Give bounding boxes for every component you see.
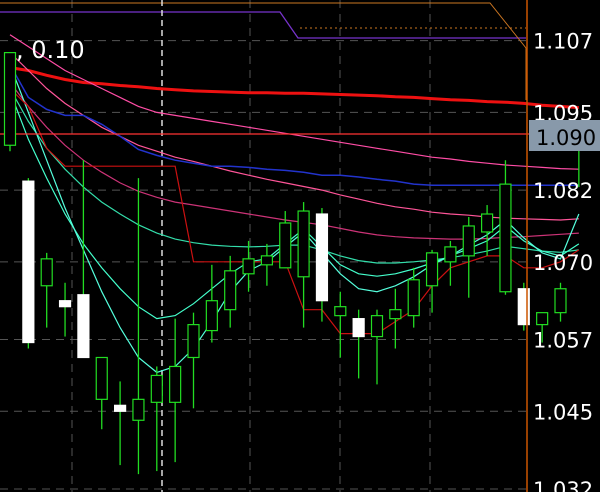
candle-body xyxy=(169,365,182,403)
candle-body xyxy=(150,374,163,403)
price-tick-label: 1.032 xyxy=(533,478,593,492)
candle-body xyxy=(536,312,549,326)
candle-body xyxy=(113,404,127,412)
price-tick-label: 1.082 xyxy=(533,179,593,203)
current-price-label: 1.090 xyxy=(536,126,596,150)
candle-body xyxy=(315,213,329,302)
candle-body xyxy=(444,246,457,263)
candle-body xyxy=(58,300,72,308)
candle-body xyxy=(205,300,218,332)
candle-body xyxy=(22,180,35,344)
price-tick-label: 1.070 xyxy=(533,251,593,275)
candle-body xyxy=(3,52,17,146)
candle-body xyxy=(334,306,347,317)
candle-body xyxy=(407,279,420,317)
candle-body xyxy=(187,324,200,359)
candle-body xyxy=(40,258,53,287)
candle-body xyxy=(260,255,273,266)
candle-body xyxy=(462,225,475,257)
candlestick-chart: 1.1071.0951.0821.0701.0571.0451.032 1.09… xyxy=(0,0,600,492)
price-tick-label: 1.107 xyxy=(533,30,593,54)
candle-body xyxy=(279,222,292,269)
candle-body xyxy=(554,288,567,314)
candle-body xyxy=(297,210,310,278)
candle-body xyxy=(352,318,365,338)
current-price-badge: 1.090 xyxy=(529,120,600,151)
candle-body xyxy=(77,294,90,359)
price-tick-label: 1.045 xyxy=(533,400,593,424)
indicator-label: , 0.10 xyxy=(16,36,85,64)
candle-body xyxy=(499,183,512,293)
candle-body xyxy=(389,309,402,320)
candle-body xyxy=(425,252,439,287)
price-tick-label: 1.057 xyxy=(533,329,593,353)
candle-body xyxy=(370,315,384,338)
candle-body xyxy=(224,270,237,311)
candle-body xyxy=(132,398,145,421)
candle-body xyxy=(242,258,255,275)
candle-body xyxy=(481,213,494,233)
candle-body xyxy=(95,356,108,400)
